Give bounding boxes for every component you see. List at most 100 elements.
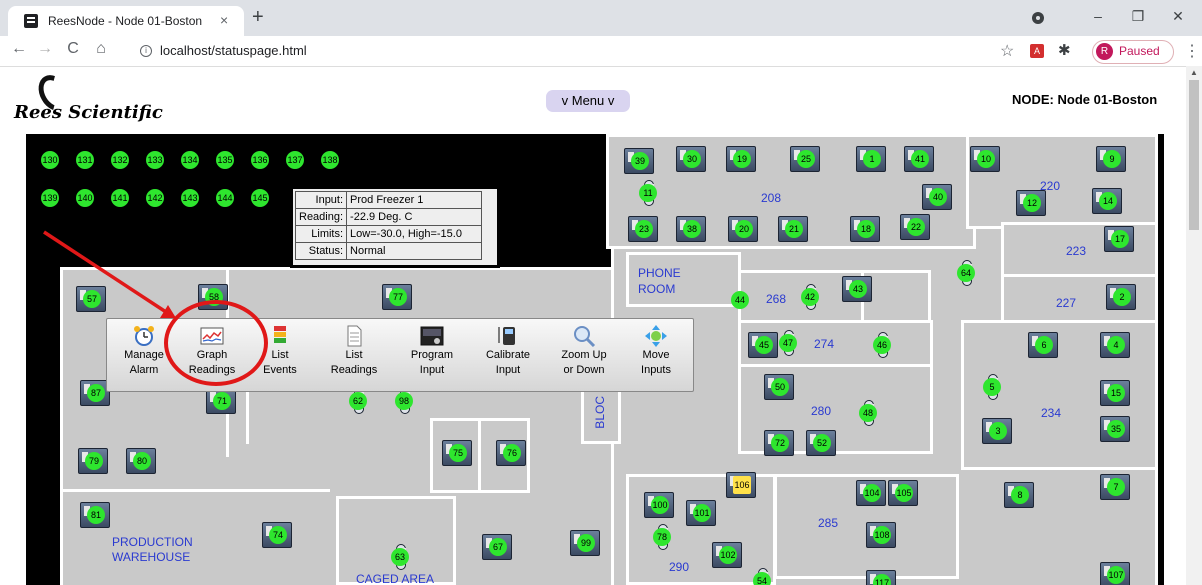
sensor-2[interactable]: 2 <box>1106 284 1136 310</box>
sensor-40[interactable]: 40 <box>922 184 952 210</box>
sensor-76[interactable]: 76 <box>496 440 526 466</box>
browser-tab[interactable]: ReesNode - Node 01-Boston × <box>8 6 244 36</box>
sensor-7[interactable]: 7 <box>1100 474 1130 500</box>
move-inputs-button[interactable]: Move Inputs <box>623 325 689 377</box>
sensor-108[interactable]: 108 <box>866 522 896 548</box>
sensor-79[interactable]: 79 <box>78 448 108 474</box>
sensor-132[interactable]: 132 <box>104 147 134 173</box>
sensor-8[interactable]: 8 <box>1004 482 1034 508</box>
program-input-button[interactable]: Program Input <box>399 325 465 377</box>
address-bar[interactable]: localhost/statuspage.html <box>160 43 307 58</box>
sensor-9[interactable]: 9 <box>1096 146 1126 172</box>
sensor-134[interactable]: 134 <box>174 147 204 173</box>
zoom-button[interactable]: Zoom Up or Down <box>551 325 617 377</box>
sensor-1[interactable]: 1 <box>856 146 886 172</box>
sensor-78[interactable]: 78 <box>646 524 676 550</box>
sensor-44[interactable]: 44 <box>724 287 754 313</box>
sensor-47[interactable]: 47 <box>772 330 802 356</box>
sensor-131[interactable]: 131 <box>69 147 99 173</box>
site-info-icon[interactable]: i <box>140 45 152 57</box>
sensor-35[interactable]: 35 <box>1100 416 1130 442</box>
sensor-67[interactable]: 67 <box>482 534 512 560</box>
sensor-80[interactable]: 80 <box>126 448 156 474</box>
sensor-46[interactable]: 46 <box>866 332 896 358</box>
sensor-74[interactable]: 74 <box>262 522 292 548</box>
sensor-105[interactable]: 105 <box>888 480 918 506</box>
sensor-22[interactable]: 22 <box>900 214 930 240</box>
sensor-10[interactable]: 10 <box>970 146 1000 172</box>
sensor-39[interactable]: 39 <box>624 148 654 174</box>
sensor-20[interactable]: 20 <box>728 216 758 242</box>
tab-close-icon[interactable]: × <box>220 12 228 28</box>
calibrate-input-button[interactable]: Calibrate Input <box>475 325 541 377</box>
new-tab-button[interactable]: + <box>252 7 264 27</box>
sensor-144[interactable]: 144 <box>209 185 239 211</box>
sensor-11[interactable]: 11 <box>632 180 662 206</box>
sensor-143[interactable]: 143 <box>174 185 204 211</box>
sensor-12[interactable]: 12 <box>1016 190 1046 216</box>
sensor-48[interactable]: 48 <box>852 400 882 426</box>
minimize-button[interactable]: – <box>1078 8 1118 24</box>
scroll-up-icon[interactable]: ▲ <box>1190 68 1198 77</box>
sensor-30[interactable]: 30 <box>676 146 706 172</box>
extensions-puzzle-icon[interactable]: ✱ <box>1058 41 1071 59</box>
pdf-extension-icon[interactable]: A <box>1030 44 1044 58</box>
sensor-4[interactable]: 4 <box>1100 332 1130 358</box>
reload-button[interactable]: C <box>62 40 84 58</box>
sensor-75[interactable]: 75 <box>442 440 472 466</box>
back-button[interactable]: ← <box>8 40 30 58</box>
sensor-102[interactable]: 102 <box>712 542 742 568</box>
sensor-52[interactable]: 52 <box>806 430 836 456</box>
sensor-6[interactable]: 6 <box>1028 332 1058 358</box>
sensor-19[interactable]: 19 <box>726 146 756 172</box>
sensor-138[interactable]: 138 <box>314 147 344 173</box>
sensor-130[interactable]: 130 <box>34 147 64 173</box>
sensor-81[interactable]: 81 <box>80 502 110 528</box>
sensor-139[interactable]: 139 <box>34 185 64 211</box>
sensor-21[interactable]: 21 <box>778 216 808 242</box>
sensor-137[interactable]: 137 <box>279 147 309 173</box>
bookmark-star-icon[interactable]: ☆ <box>1000 41 1014 61</box>
close-window-button[interactable]: ✕ <box>1158 8 1198 25</box>
sensor-104[interactable]: 104 <box>856 480 886 506</box>
sensor-38[interactable]: 38 <box>676 216 706 242</box>
browser-menu-icon[interactable]: ⋮ <box>1184 41 1200 61</box>
page-scrollbar[interactable]: ▲ <box>1186 66 1202 585</box>
sensor-142[interactable]: 142 <box>139 185 169 211</box>
scroll-thumb[interactable] <box>1189 80 1199 230</box>
sensor-57[interactable]: 57 <box>76 286 106 312</box>
restore-button[interactable]: ❐ <box>1118 8 1158 25</box>
sensor-42[interactable]: 42 <box>794 284 824 310</box>
sensor-107[interactable]: 107 <box>1100 562 1130 585</box>
sensor-15[interactable]: 15 <box>1100 380 1130 406</box>
sensor-141[interactable]: 141 <box>104 185 134 211</box>
sensor-25[interactable]: 25 <box>790 146 820 172</box>
sensor-136[interactable]: 136 <box>244 147 274 173</box>
sensor-100[interactable]: 100 <box>644 492 674 518</box>
menu-button[interactable]: v Menu v <box>546 90 630 112</box>
sensor-117[interactable]: 117 <box>866 570 896 585</box>
sensor-17[interactable]: 17 <box>1104 226 1134 252</box>
sensor-77[interactable]: 77 <box>382 284 412 310</box>
sensor-54[interactable]: 54 <box>746 568 776 585</box>
sensor-41[interactable]: 41 <box>904 146 934 172</box>
list-readings-button[interactable]: List Readings <box>321 325 387 377</box>
profile-indicator-icon[interactable] <box>1032 12 1044 24</box>
sensor-63[interactable]: 63 <box>384 544 414 570</box>
sensor-99[interactable]: 99 <box>570 530 600 556</box>
sensor-50[interactable]: 50 <box>764 374 794 400</box>
sensor-106[interactable]: 106 <box>726 472 756 498</box>
profile-paused-button[interactable]: R Paused <box>1092 40 1174 64</box>
sensor-23[interactable]: 23 <box>628 216 658 242</box>
sensor-43[interactable]: 43 <box>842 276 872 302</box>
sensor-14[interactable]: 14 <box>1092 188 1122 214</box>
sensor-140[interactable]: 140 <box>69 185 99 211</box>
sensor-72[interactable]: 72 <box>764 430 794 456</box>
home-button[interactable]: ⌂ <box>90 40 112 58</box>
sensor-64[interactable]: 64 <box>950 260 980 286</box>
sensor-145[interactable]: 145 <box>244 185 274 211</box>
forward-button[interactable]: → <box>34 40 56 58</box>
sensor-18[interactable]: 18 <box>850 216 880 242</box>
sensor-5[interactable]: 5 <box>976 374 1006 400</box>
sensor-3[interactable]: 3 <box>982 418 1012 444</box>
